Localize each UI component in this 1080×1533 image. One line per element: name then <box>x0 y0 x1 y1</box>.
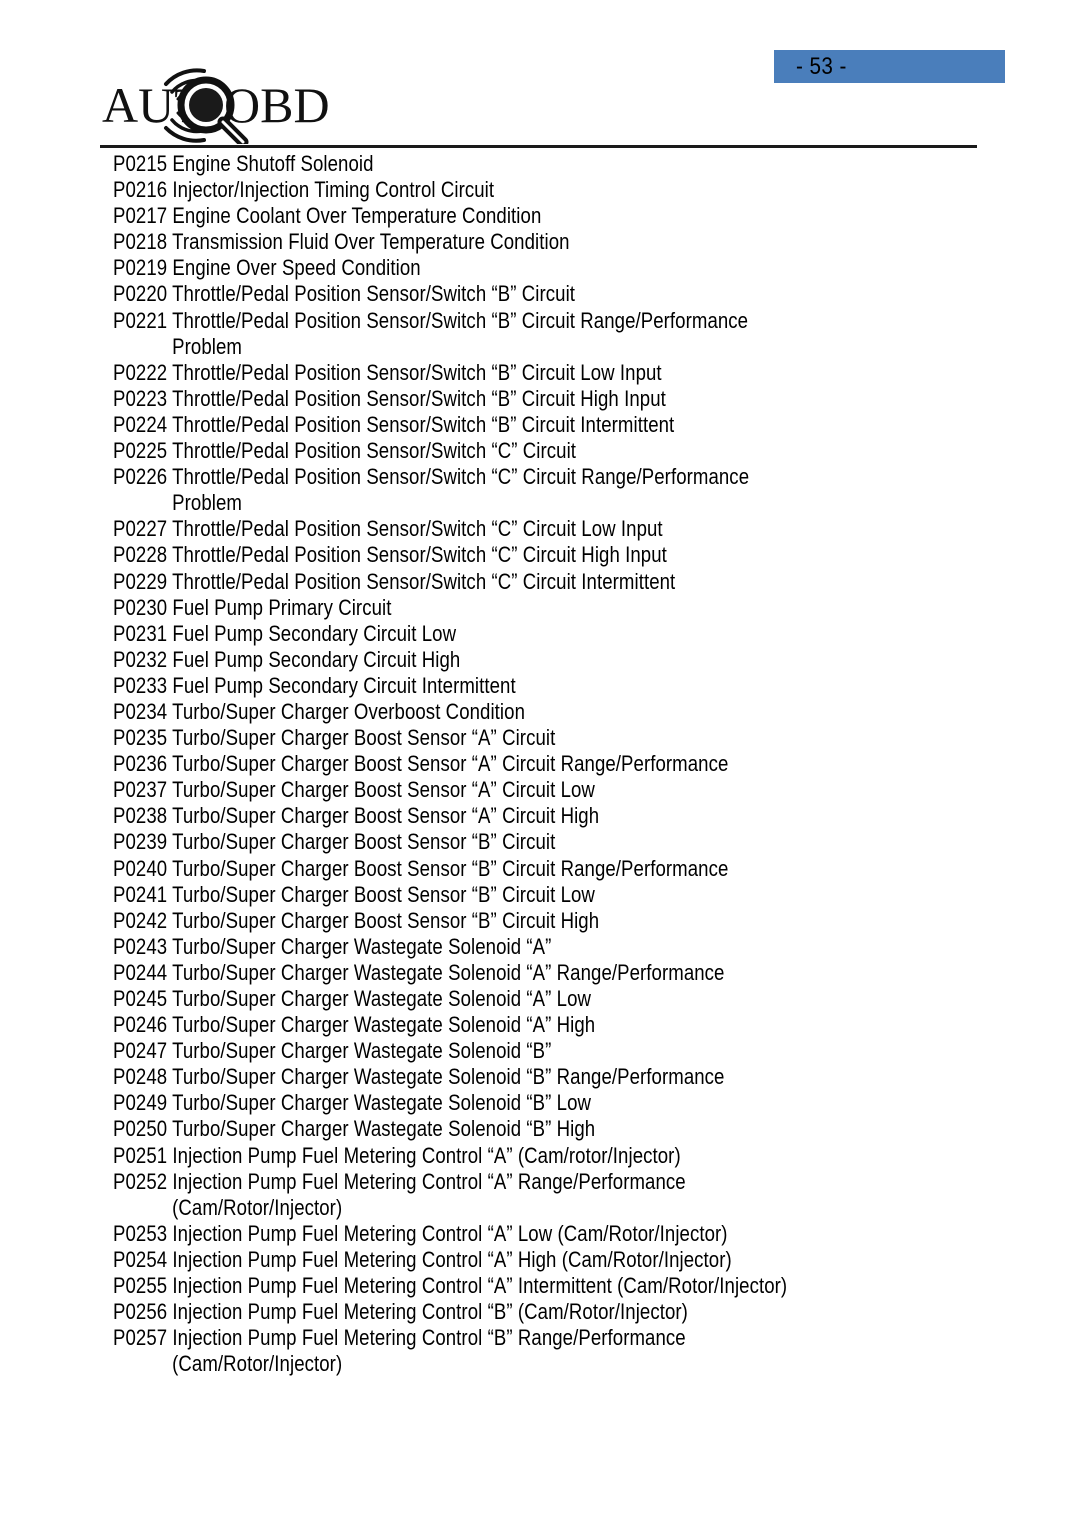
dtc-code-line: P0237 Turbo/Super Charger Boost Sensor “… <box>113 777 595 803</box>
dtc-code-line: P0223 Throttle/Pedal Position Sensor/Swi… <box>113 385 666 411</box>
dtc-code-line: P0231 Fuel Pump Secondary Circuit Low <box>113 620 457 646</box>
dtc-code-line: P0230 Fuel Pump Primary Circuit <box>113 594 392 620</box>
dtc-code-line: P0218 Transmission Fluid Over Temperatur… <box>113 229 570 255</box>
dtc-code-line: P0252 Injection Pump Fuel Metering Contr… <box>113 1168 686 1194</box>
dtc-code-line: P0251 Injection Pump Fuel Metering Contr… <box>113 1142 681 1168</box>
dtc-code-line: P0247 Turbo/Super Charger Wastegate Sole… <box>113 1038 552 1064</box>
dtc-code-line: P0235 Turbo/Super Charger Boost Sensor “… <box>113 725 556 751</box>
dtc-code-line: P0256 Injection Pump Fuel Metering Contr… <box>113 1299 688 1325</box>
dtc-code-line: P0249 Turbo/Super Charger Wastegate Sole… <box>113 1090 592 1116</box>
dtc-continuation-line: Problem <box>172 490 242 516</box>
dtc-code-line: P0221 Throttle/Pedal Position Sensor/Swi… <box>113 307 749 333</box>
dtc-code-line: P0224 Throttle/Pedal Position Sensor/Swi… <box>113 411 675 437</box>
dtc-code-line: P0243 Turbo/Super Charger Wastegate Sole… <box>113 933 552 959</box>
dtc-code-line: P0241 Turbo/Super Charger Boost Sensor “… <box>113 881 595 907</box>
dtc-code-line: P0255 Injection Pump Fuel Metering Contr… <box>113 1273 788 1299</box>
dtc-continuation-line: Problem <box>172 333 242 359</box>
dtc-code-line: P0233 Fuel Pump Secondary Circuit Interm… <box>113 672 516 698</box>
dtc-code-line: P0242 Turbo/Super Charger Boost Sensor “… <box>113 907 600 933</box>
dtc-continuation-line: (Cam/Rotor/Injector) <box>172 1351 343 1377</box>
dtc-code-line: P0220 Throttle/Pedal Position Sensor/Swi… <box>113 281 576 307</box>
autobd-logo: AUT OBD <box>100 66 350 144</box>
dtc-code-line: P0217 Engine Coolant Over Temperature Co… <box>113 203 542 229</box>
header-divider <box>100 145 977 148</box>
dtc-code-line: P0216 Injector/Injection Timing Control … <box>113 177 495 203</box>
dtc-code-line: P0257 Injection Pump Fuel Metering Contr… <box>113 1325 686 1351</box>
dtc-code-line: P0225 Throttle/Pedal Position Sensor/Swi… <box>113 438 577 464</box>
dtc-code-line: P0254 Injection Pump Fuel Metering Contr… <box>113 1246 732 1272</box>
dtc-code-line: P0219 Engine Over Speed Condition <box>113 255 421 281</box>
dtc-code-line: P0215 Engine Shutoff Solenoid <box>113 151 374 176</box>
dtc-code-line: P0227 Throttle/Pedal Position Sensor/Swi… <box>113 516 663 542</box>
dtc-code-line: P0253 Injection Pump Fuel Metering Contr… <box>113 1220 728 1246</box>
dtc-code-line: P0234 Turbo/Super Charger Overboost Cond… <box>113 698 526 724</box>
dtc-code-line: P0239 Turbo/Super Charger Boost Sensor “… <box>113 829 556 855</box>
dtc-code-line: P0238 Turbo/Super Charger Boost Sensor “… <box>113 803 600 829</box>
dtc-code-line: P0232 Fuel Pump Secondary Circuit High <box>113 646 461 672</box>
page-number-label: - 53 - <box>796 52 847 80</box>
dtc-code-line: P0248 Turbo/Super Charger Wastegate Sole… <box>113 1064 725 1090</box>
page-number-badge: - 53 - <box>774 50 1005 83</box>
logo-text-obd: OBD <box>224 77 330 133</box>
dtc-code-line: P0246 Turbo/Super Charger Wastegate Sole… <box>113 1012 596 1038</box>
dtc-code-line: P0240 Turbo/Super Charger Boost Sensor “… <box>113 855 729 881</box>
dtc-code-line: P0222 Throttle/Pedal Position Sensor/Swi… <box>113 359 662 385</box>
dtc-code-line: P0245 Turbo/Super Charger Wastegate Sole… <box>113 986 592 1011</box>
autobd-logo-svg: AUT OBD <box>102 68 330 144</box>
dtc-code-line: P0236 Turbo/Super Charger Boost Sensor “… <box>113 751 729 777</box>
dtc-code-line: P0228 Throttle/Pedal Position Sensor/Swi… <box>113 542 667 568</box>
dtc-code-line: P0250 Turbo/Super Charger Wastegate Sole… <box>113 1116 596 1142</box>
dtc-code-line: P0244 Turbo/Super Charger Wastegate Sole… <box>113 959 725 985</box>
dtc-code-line: P0229 Throttle/Pedal Position Sensor/Swi… <box>113 568 676 594</box>
dtc-code-line: P0226 Throttle/Pedal Position Sensor/Swi… <box>113 464 750 490</box>
dtc-code-list: P0215 Engine Shutoff Solenoid P0216 Injec… <box>113 151 1013 1377</box>
dtc-continuation-line: (Cam/Rotor/Injector) <box>172 1194 343 1220</box>
